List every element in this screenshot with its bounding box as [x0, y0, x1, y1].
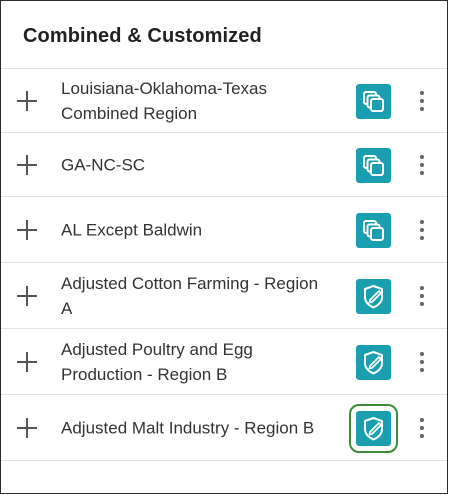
list-item: AL Except Baldwin — [1, 197, 447, 263]
item-label: AL Except Baldwin — [61, 220, 203, 239]
combined-region-icon[interactable] — [356, 147, 391, 183]
combined-region-icon[interactable] — [356, 212, 391, 248]
expand-plus-icon[interactable] — [17, 154, 37, 175]
item-label: GA-NC-SC — [61, 155, 146, 174]
item-label: Louisiana-Oklahoma-Texas Combined Region — [61, 78, 267, 123]
list-item: Louisiana-Oklahoma-Texas Combined Region — [1, 69, 447, 133]
customized-region-icon[interactable] — [349, 403, 398, 453]
expand-plus-icon[interactable] — [17, 285, 37, 306]
more-options-icon[interactable] — [415, 218, 429, 242]
customized-region-icon[interactable] — [356, 344, 391, 380]
item-label: Adjusted Malt Industry - Region B — [61, 418, 315, 437]
combined-customized-panel: Combined & Customized Louisiana-Oklahoma… — [0, 0, 448, 494]
expand-plus-icon[interactable] — [17, 90, 37, 111]
list-item: Adjusted Cotton Farming - Region A — [1, 263, 447, 329]
more-options-icon[interactable] — [415, 284, 429, 308]
customized-region-icon[interactable] — [356, 278, 391, 314]
more-options-icon[interactable] — [415, 416, 429, 440]
expand-plus-icon[interactable] — [17, 351, 37, 372]
item-label: Adjusted Poultry and Egg Production - Re… — [61, 339, 253, 384]
combined-region-icon[interactable] — [356, 83, 391, 119]
expand-plus-icon[interactable] — [17, 219, 37, 240]
list-item: GA-NC-SC — [1, 133, 447, 197]
more-options-icon[interactable] — [415, 350, 429, 374]
expand-plus-icon[interactable] — [17, 417, 37, 438]
list-item: Adjusted Malt Industry - Region B — [1, 395, 447, 461]
list-item: Adjusted Poultry and Egg Production - Re… — [1, 329, 447, 395]
more-options-icon[interactable] — [415, 153, 429, 177]
more-options-icon[interactable] — [415, 89, 429, 113]
panel-title: Combined & Customized — [23, 25, 262, 47]
item-label: Adjusted Cotton Farming - Region A — [61, 273, 319, 318]
region-list: Louisiana-Oklahoma-Texas Combined Region… — [1, 68, 447, 461]
